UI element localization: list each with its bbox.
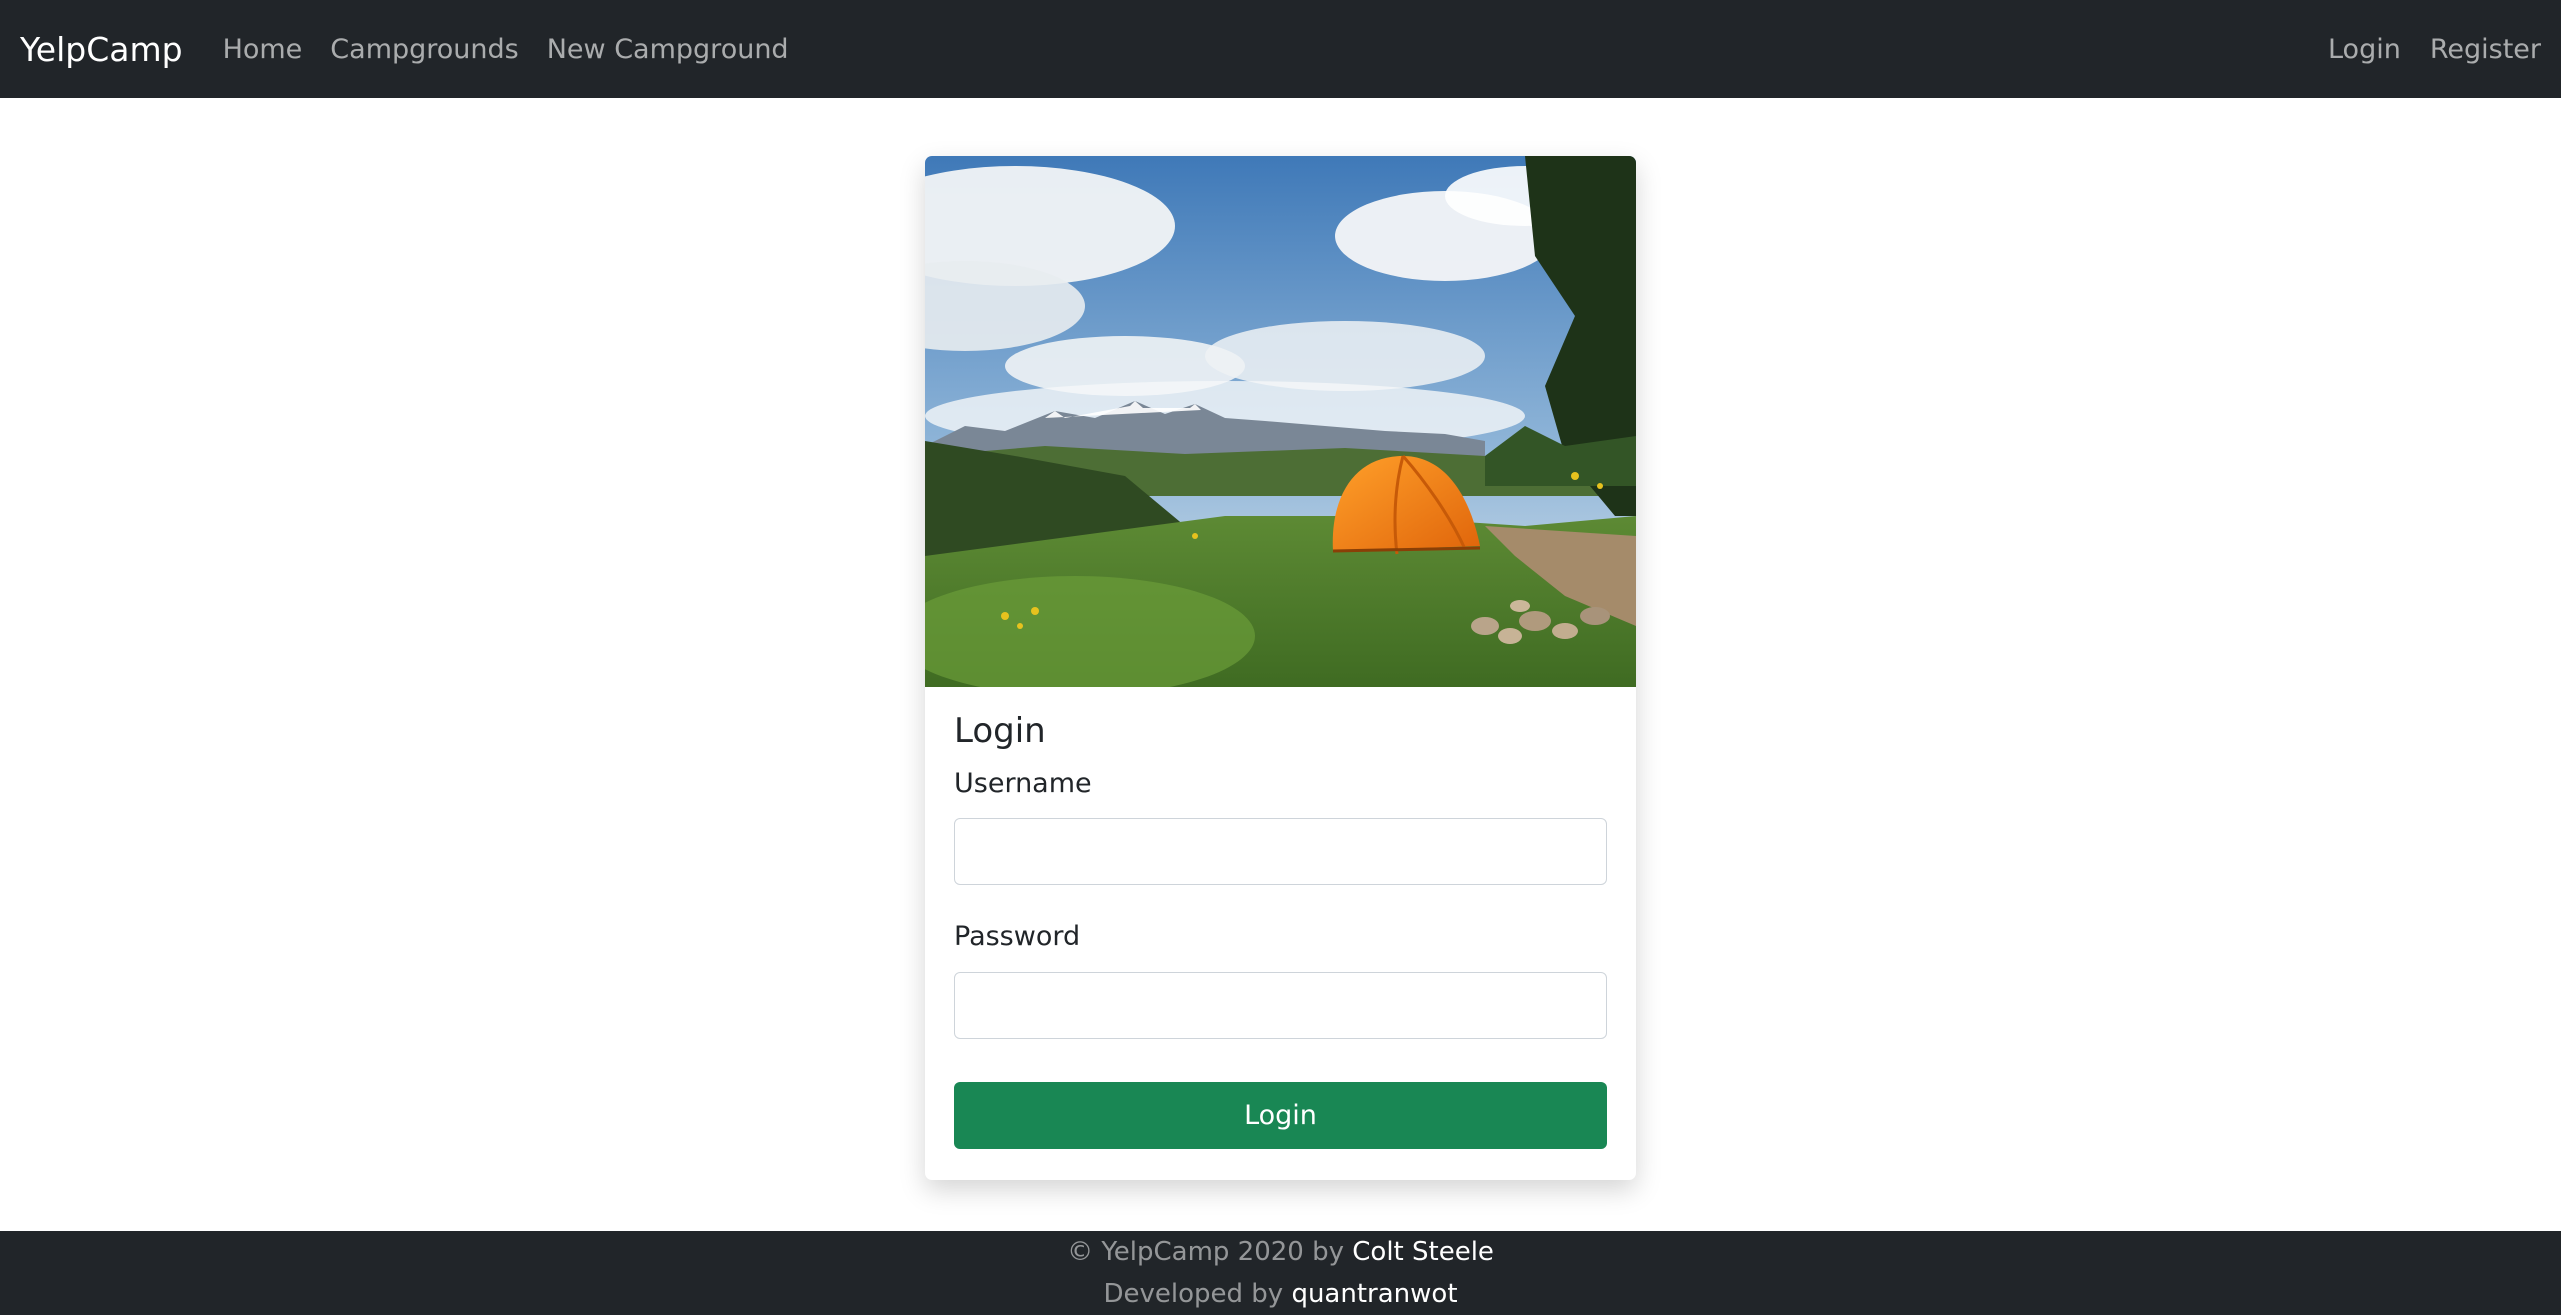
- login-card: Login Username Password Login: [925, 156, 1636, 1180]
- navbar: YelpCamp Home Campgrounds New Campground…: [0, 0, 2561, 98]
- footer-copyright: © YelpCamp 2020 by Colt Steele: [0, 1231, 2561, 1273]
- username-input[interactable]: [954, 818, 1607, 886]
- nav-link-login[interactable]: Login: [2328, 34, 2401, 65]
- login-form: Login Username Password Login: [925, 687, 1636, 1149]
- footer-author-link[interactable]: Colt Steele: [1352, 1237, 1494, 1267]
- password-input[interactable]: [954, 971, 1607, 1039]
- nav-link-register[interactable]: Register: [2430, 34, 2541, 65]
- nav-link-campgrounds[interactable]: Campgrounds: [330, 34, 518, 65]
- nav-auth-links: Login Register: [2299, 34, 2541, 65]
- footer-copyright-text: © YelpCamp 2020 by: [1067, 1237, 1344, 1267]
- nav-link-home[interactable]: Home: [223, 34, 303, 65]
- footer-developer: Developed by quantranwot: [0, 1273, 2561, 1315]
- campground-photo: [925, 156, 1636, 687]
- nav-link-new-campground[interactable]: New Campground: [547, 34, 789, 65]
- username-label: Username: [954, 767, 1092, 799]
- password-label: Password: [954, 921, 1081, 953]
- footer-developer-text: Developed by: [1103, 1279, 1284, 1309]
- nav-links: Home Campgrounds New Campground: [223, 34, 817, 65]
- footer-developer-link[interactable]: quantranwot: [1291, 1279, 1457, 1309]
- brand-logo-link[interactable]: YelpCamp: [20, 30, 183, 69]
- login-title: Login: [954, 711, 1046, 751]
- login-submit-button[interactable]: Login: [954, 1081, 1607, 1149]
- footer: © YelpCamp 2020 by Colt Steele Developed…: [0, 1231, 2561, 1315]
